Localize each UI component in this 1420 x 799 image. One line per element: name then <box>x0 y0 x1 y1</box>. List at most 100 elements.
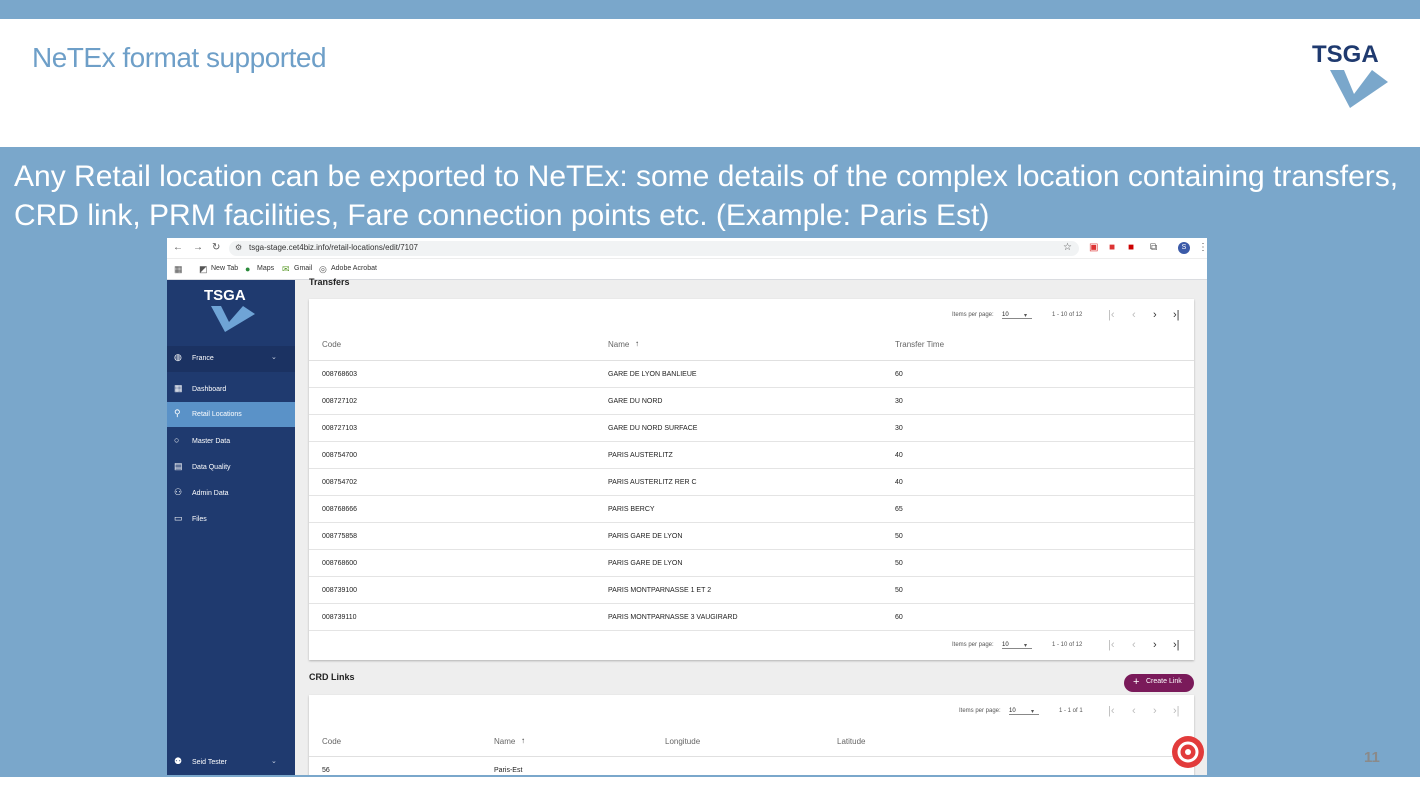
acrobat-extension-icon[interactable]: ■ <box>1128 242 1134 253</box>
tsga-logo: TSGA <box>1312 41 1388 108</box>
cell-transfer-time: 40 <box>895 479 903 486</box>
new-tab-icon: ◩ <box>199 264 208 274</box>
address-bar: ← → ↻ ⚙ tsga-stage.cet4biz.info/retail-l… <box>167 238 1207 259</box>
page-size-select[interactable]: 10 <box>1002 642 1032 649</box>
site-settings-icon[interactable]: ⚙ <box>235 243 242 252</box>
cell-name: PARIS BERCY <box>608 506 655 513</box>
bookmark-adobe-acrobat[interactable]: Adobe Acrobat <box>331 265 377 272</box>
forward-arrow-icon[interactable]: → <box>193 242 203 253</box>
sidebar-item-label: Data Quality <box>192 464 231 471</box>
next-page-button[interactable]: › <box>1153 309 1157 321</box>
next-page-button[interactable]: › <box>1153 705 1157 717</box>
cell-name: PARIS MONTPARNASSE 1 ET 2 <box>608 587 712 594</box>
column-header-code[interactable]: Code <box>322 737 341 746</box>
browser-window: ← → ↻ ⚙ tsga-stage.cet4biz.info/retail-l… <box>167 238 1207 775</box>
crd-links-title: CRD Links <box>309 672 355 682</box>
back-arrow-icon[interactable]: ← <box>173 242 183 253</box>
table-row[interactable]: 008754700 PARIS AUSTERLITZ 40 <box>309 442 1194 469</box>
prev-page-button[interactable]: ‹ <box>1132 309 1136 321</box>
cell-name: GARE DE LYON BANLIEUE <box>608 371 697 378</box>
profile-avatar[interactable]: S <box>1178 242 1190 254</box>
help-chat-button[interactable] <box>1172 736 1204 768</box>
column-header-code[interactable]: Code <box>322 340 341 349</box>
table-row[interactable]: 008768666 PARIS BERCY 65 <box>309 496 1194 523</box>
extension-badge-icon[interactable]: ■ <box>1109 242 1115 253</box>
create-link-button[interactable]: + Create Link <box>1124 674 1194 692</box>
slide-subtitle: Any Retail location can be exported to N… <box>14 160 1399 232</box>
acrobat-icon: ◎ <box>319 264 327 274</box>
sidebar-item-retail-locations[interactable]: ⚲ Retail Locations <box>167 402 295 427</box>
sort-ascending-icon[interactable]: ↑ <box>635 339 639 348</box>
cell-name: PARIS GARE DE LYON <box>608 533 683 540</box>
sidebar-item-label: Retail Locations <box>192 411 242 418</box>
sidebar-tsga-logo: TSGA <box>204 287 255 332</box>
cell-code: 008739100 <box>322 587 358 594</box>
sort-ascending-icon[interactable]: ↑ <box>521 736 525 745</box>
sidebar-item-dashboard[interactable]: ▦ Dashboard <box>167 377 295 402</box>
dropdown-caret-icon: ▾ <box>1024 313 1028 319</box>
crd-pager: Items per page: 10 ▾ 1 - 1 of 1 |‹ ‹ › ›… <box>959 705 1194 719</box>
slide-bottom-strip <box>0 777 1420 799</box>
transfers-pager-bottom: Items per page: 10 ▾ 1 - 10 of 12 |‹ ‹ ›… <box>952 639 1192 653</box>
table-row[interactable]: 008727102 GARE DU NORD 30 <box>309 388 1194 415</box>
table-row[interactable]: 008768603 GARE DE LYON BANLIEUE 60 <box>309 361 1194 388</box>
bookmark-new-tab[interactable]: New Tab <box>211 265 238 272</box>
reload-icon[interactable]: ↻ <box>212 242 220 253</box>
sidebar-item-files[interactable]: ▭ Files <box>167 507 295 532</box>
table-row[interactable]: 008775858 PARIS GARE DE LYON 50 <box>309 523 1194 550</box>
dashboard-icon: ▦ <box>174 383 183 393</box>
column-header-name[interactable]: Name <box>608 340 629 349</box>
table-row[interactable]: 008739110 PARIS MONTPARNASSE 3 VAUGIRARD… <box>309 604 1194 631</box>
bookmark-gmail[interactable]: Gmail <box>294 265 312 272</box>
page-size-select[interactable]: 10 <box>1009 708 1039 715</box>
sidebar-item-master-data[interactable]: ○ Master Data <box>167 429 295 454</box>
first-page-button[interactable]: |‹ <box>1108 705 1115 717</box>
sidebar-item-label: Master Data <box>192 438 231 445</box>
location-pin-icon: ⚲ <box>174 408 181 418</box>
prev-page-button[interactable]: ‹ <box>1132 705 1136 717</box>
browser-menu-icon[interactable]: ⋮ <box>1198 242 1207 253</box>
cell-name: Paris-Est <box>494 767 523 774</box>
last-page-button[interactable]: ›| <box>1173 309 1180 321</box>
table-row[interactable]: 008727103 GARE DU NORD SURFACE 30 <box>309 415 1194 442</box>
column-header-latitude[interactable]: Latitude <box>837 737 865 746</box>
gmail-icon: ✉ <box>282 264 290 274</box>
transfers-card: Items per page: 10 ▾ 1 - 10 of 12 |‹ ‹ ›… <box>309 299 1194 660</box>
transfers-pager-top: Items per page: 10 ▾ 1 - 10 of 12 |‹ ‹ ›… <box>952 309 1192 323</box>
cell-code: 008768666 <box>322 506 358 513</box>
first-page-button[interactable]: |‹ <box>1108 309 1115 321</box>
page-size-select[interactable]: 10 <box>1002 312 1032 319</box>
country-selector[interactable]: ◍ France ⌄ <box>167 346 295 372</box>
column-header-longitude[interactable]: Longitude <box>665 737 700 746</box>
column-header-name[interactable]: Name <box>494 737 515 746</box>
next-page-button[interactable]: › <box>1153 639 1157 651</box>
bookmark-maps[interactable]: Maps <box>257 265 274 272</box>
chat-bubble-icon <box>1177 741 1199 763</box>
bookmark-star-icon[interactable]: ☆ <box>1063 242 1072 253</box>
create-link-label: Create Link <box>1146 678 1182 685</box>
cell-name: GARE DU NORD SURFACE <box>608 425 698 432</box>
sidebar-item-label: Admin Data <box>192 490 229 497</box>
last-page-button[interactable]: ›| <box>1173 705 1180 717</box>
extensions-puzzle-icon[interactable]: ⧉ <box>1150 242 1157 253</box>
extension-icon[interactable]: ▣ <box>1089 242 1098 253</box>
sidebar-item-admin-data[interactable]: ⚇ Admin Data <box>167 481 295 506</box>
slide-page-number: 11 <box>1364 749 1380 766</box>
table-row[interactable]: 008739100 PARIS MONTPARNASSE 1 ET 2 50 <box>309 577 1194 604</box>
user-menu[interactable]: ⚉ Seid Tester ⌄ <box>167 750 295 775</box>
table-row[interactable]: 56 Paris-Est <box>309 757 1194 775</box>
slide-title: NeTEx format supported <box>32 42 327 73</box>
cell-name: GARE DU NORD <box>608 398 663 405</box>
last-page-button[interactable]: ›| <box>1173 639 1180 651</box>
sidebar-item-data-quality[interactable]: ▤ Data Quality <box>167 455 295 480</box>
first-page-button[interactable]: |‹ <box>1108 639 1115 651</box>
prev-page-button[interactable]: ‹ <box>1132 639 1136 651</box>
table-row[interactable]: 008768600 PARIS GARE DE LYON 50 <box>309 550 1194 577</box>
url-text: tsga-stage.cet4biz.info/retail-locations… <box>249 243 418 252</box>
maps-pin-icon: ● <box>245 264 251 274</box>
app-sidebar: TSGA ◍ France ⌄ ▦ Dashboard ⚲ Retail Loc… <box>167 280 295 775</box>
column-header-transfer-time[interactable]: Transfer Time <box>895 340 944 349</box>
table-row[interactable]: 008754702 PARIS AUSTERLITZ RER C 40 <box>309 469 1194 496</box>
apps-grid-icon[interactable]: ▦ <box>174 264 183 275</box>
cell-code: 008775858 <box>322 533 358 540</box>
